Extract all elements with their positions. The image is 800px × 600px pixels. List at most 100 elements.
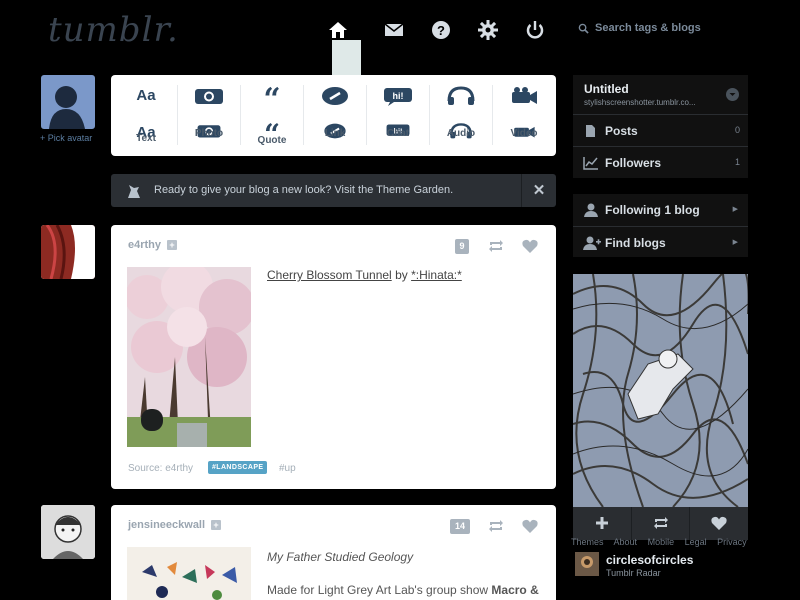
- post-body: Made for Light Grey Art Lab's group show…: [267, 583, 539, 597]
- post-title-by: by: [395, 268, 408, 282]
- footer-link[interactable]: About: [614, 537, 638, 547]
- search-input[interactable]: Search tags & blogs: [578, 22, 701, 34]
- video-post-icon[interactable]: [499, 83, 549, 109]
- like-icon[interactable]: [689, 507, 747, 540]
- post-tag[interactable]: #LANDSCAPE: [208, 461, 268, 474]
- post-title-link[interactable]: Cherry Blossom Tunnel: [267, 268, 392, 282]
- post-photo[interactable]: [125, 261, 255, 447]
- divider: [429, 85, 430, 145]
- link-post-button[interactable]: Link: [310, 122, 360, 148]
- post-source[interactable]: Source: e4rthy: [128, 463, 193, 474]
- footer-link[interactable]: Mobile: [648, 537, 675, 547]
- home-icon[interactable]: [326, 18, 350, 42]
- chat-post-button[interactable]: hi! Chat: [373, 122, 423, 148]
- text-post-icon[interactable]: Aa: [121, 83, 171, 109]
- photo-post-button[interactable]: Photo: [184, 122, 234, 148]
- follow-plus-icon[interactable]: +: [167, 240, 178, 250]
- notes-count[interactable]: 9: [455, 239, 469, 254]
- footer-link[interactable]: Themes: [571, 537, 604, 547]
- sidebar-item-posts[interactable]: Posts 0: [573, 114, 748, 146]
- follow-plus-icon[interactable]: +: [211, 520, 222, 530]
- svg-text:?: ?: [437, 23, 445, 38]
- sidebar-item-label: Find blogs: [605, 236, 666, 250]
- post-card: e4rthy + 9 Cherry Blossom Tunnel by *:Hin…: [111, 225, 556, 489]
- chevron-down-icon[interactable]: [726, 88, 739, 101]
- avatar[interactable]: [41, 225, 95, 279]
- mail-icon[interactable]: [382, 18, 406, 42]
- banner-text: Ready to give your blog a new look? Visi…: [154, 184, 454, 196]
- radar-actions: [573, 507, 748, 540]
- quote-post-button[interactable]: “ Quote: [247, 121, 297, 149]
- close-icon[interactable]: ✕: [521, 174, 556, 207]
- radar-image[interactable]: [573, 274, 748, 507]
- sidebar-item-find-blogs[interactable]: Find blogs ▶: [573, 226, 748, 258]
- divider: [303, 85, 304, 145]
- link-post-icon[interactable]: [310, 83, 360, 109]
- posts-icon: [586, 125, 595, 137]
- post-type-selector: Aa “ hi! Aa Text Photo “ Quote Link hi! C…: [111, 75, 556, 156]
- chevron-right-icon: ▶: [732, 239, 738, 246]
- reblog-icon[interactable]: [631, 507, 689, 540]
- audio-post-icon[interactable]: [436, 83, 486, 109]
- audio-post-button[interactable]: Audio: [436, 122, 486, 148]
- search-icon: [578, 23, 589, 34]
- link-post-label: Link: [324, 128, 346, 139]
- help-icon[interactable]: ?: [429, 18, 453, 42]
- video-post-button[interactable]: Video: [499, 122, 549, 148]
- chat-post-label: Chat: [386, 128, 410, 139]
- home-indicator: [332, 40, 361, 75]
- unicorn-icon: [128, 185, 140, 198]
- blog-url: stylishscreenshotter.tumblr.co...: [584, 98, 696, 107]
- sidebar-item-label: Posts: [605, 124, 638, 138]
- svg-text:hi!: hi!: [393, 91, 404, 101]
- divider: [492, 85, 493, 145]
- post-author[interactable]: e4rthy +: [128, 239, 178, 251]
- blog-panel: Untitled stylishscreenshotter.tumblr.co.…: [573, 75, 748, 178]
- radar-label: Tumblr Radar: [606, 568, 661, 578]
- add-user-icon: [583, 236, 601, 250]
- quote-post-label: Quote: [257, 135, 287, 146]
- radar-blog-name[interactable]: circlesofcircles: [606, 553, 693, 567]
- reblog-icon[interactable]: [487, 517, 505, 540]
- blog-header[interactable]: Untitled stylishscreenshotter.tumblr.co.…: [573, 75, 748, 114]
- post-title: My Father Studied Geology: [267, 550, 414, 564]
- sidebar-item-following[interactable]: Following 1 blog ▶: [573, 194, 748, 226]
- sidebar-item-count: 0: [734, 125, 740, 135]
- post-card: jensineeckwall + 14 My Father Studied Geo…: [111, 505, 556, 600]
- post-photo[interactable]: [127, 547, 251, 600]
- blog-title: Untitled: [584, 82, 629, 96]
- gear-icon[interactable]: [476, 18, 500, 42]
- tumblr-logo[interactable]: tumblr.: [48, 10, 179, 50]
- divider: [240, 85, 241, 145]
- quote-post-icon[interactable]: “: [247, 83, 297, 117]
- chart-icon: [583, 157, 598, 170]
- footer-link[interactable]: Privacy: [717, 537, 747, 547]
- like-icon[interactable]: [521, 517, 539, 540]
- post-author-link[interactable]: *:Hinata:*: [411, 268, 462, 282]
- user-avatar[interactable]: [41, 75, 95, 129]
- reblog-icon[interactable]: [487, 237, 505, 260]
- radar-avatar[interactable]: [575, 552, 599, 576]
- sidebar-item-label: Following 1 blog: [605, 203, 700, 217]
- sidebar-item-followers[interactable]: Followers 1: [573, 146, 748, 178]
- post-title: Cherry Blossom Tunnel by *:Hinata:*: [267, 268, 462, 282]
- footer-link[interactable]: Legal: [685, 537, 707, 547]
- footer-links: Themes About Mobile Legal Privacy: [571, 537, 755, 547]
- sidebar-item-label: Followers: [605, 156, 662, 170]
- divider: [366, 85, 367, 145]
- post-tag[interactable]: #up: [279, 463, 296, 474]
- notes-count[interactable]: 14: [450, 519, 470, 534]
- chat-post-icon[interactable]: hi!: [373, 83, 423, 109]
- sidebar-item-count: 1: [734, 157, 740, 167]
- theme-garden-banner[interactable]: Ready to give your blog a new look? Visi…: [111, 174, 556, 207]
- video-post-label: Video: [510, 128, 538, 139]
- like-icon[interactable]: [521, 237, 539, 260]
- text-post-button[interactable]: Aa Text: [121, 122, 171, 148]
- post-author[interactable]: jensineeckwall +: [128, 519, 222, 531]
- pick-avatar-link[interactable]: + Pick avatar: [40, 133, 92, 143]
- power-icon[interactable]: [523, 18, 547, 42]
- photo-post-icon[interactable]: [184, 83, 234, 109]
- divider: [177, 85, 178, 145]
- add-icon[interactable]: [573, 507, 631, 540]
- avatar[interactable]: [41, 505, 95, 559]
